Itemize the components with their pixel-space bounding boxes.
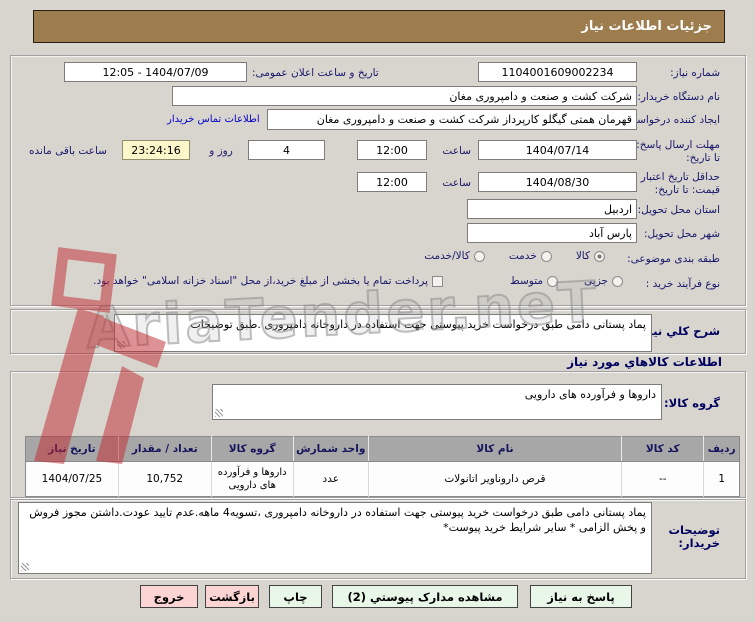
process-type-label: نوع فرآیند خرید : bbox=[645, 278, 720, 290]
cell-goods-group: داروها و فرآورده های دارویی bbox=[210, 461, 294, 497]
need-details-page: { "banner": {"title": "جزئیات اطلاعات نی… bbox=[0, 0, 755, 622]
treasury-payment-option[interactable]: پرداخت تمام یا بخشی از مبلغ خرید،از محل … bbox=[93, 275, 443, 287]
remaining-days-conj-label: روز و bbox=[209, 145, 233, 157]
delivery-province-label: استان محل تحویل: bbox=[637, 204, 720, 216]
treasury-note: پرداخت تمام یا بخشی از مبلغ خرید،از محل … bbox=[93, 275, 428, 287]
need-number-label: شماره نیاز: bbox=[670, 67, 720, 79]
col-need-date: تاریخ نیاز bbox=[25, 436, 119, 462]
cell-quantity: 10,752 bbox=[117, 461, 212, 497]
process-option-minor[interactable]: جزیی bbox=[584, 275, 623, 287]
need-desc-textarea[interactable]: پماد پستانی دامی طبق درخواست خرید پیوستی… bbox=[114, 314, 652, 352]
deadline-hour-label: ساعت bbox=[442, 145, 471, 157]
response-deadline-time-field[interactable]: 12:00 bbox=[357, 140, 427, 160]
cell-row-number: 1 bbox=[703, 461, 740, 497]
request-creator-field[interactable]: قهرمان همتی گیگلو کارپرداز شرکت کشت و صن… bbox=[267, 109, 637, 130]
cell-unit: عدد bbox=[292, 461, 369, 497]
price-validity-date-field[interactable]: 1404/08/30 bbox=[478, 172, 637, 192]
goods-table: ردیف کد کالا نام کالا واحد شمارش گروه کا… bbox=[25, 436, 740, 497]
delivery-province-field[interactable]: اردبیل bbox=[467, 199, 637, 219]
validity-hour-label: ساعت bbox=[442, 177, 471, 189]
remaining-hours-label: ساعت باقی مانده bbox=[29, 145, 107, 157]
exit-button[interactable]: خروج bbox=[140, 585, 198, 608]
classification-option-service[interactable]: خدمت bbox=[509, 250, 552, 262]
page-title: جزئیات اطلاعات نیاز bbox=[581, 19, 712, 34]
view-attached-docs-button[interactable]: مشاهده مدارک پیوستي (2) bbox=[332, 585, 518, 608]
col-goods-code: کد کالا bbox=[621, 436, 704, 462]
process-type-options: جزیی متوسط bbox=[463, 275, 623, 287]
request-creator-label: ایجاد کننده درخواست: bbox=[623, 114, 720, 126]
cell-goods-name: قرص داروناویر اتانولات bbox=[367, 461, 622, 497]
col-unit: واحد شمارش bbox=[292, 436, 369, 462]
response-deadline-date-field[interactable]: 1404/07/14 bbox=[478, 140, 637, 160]
price-validity-label: حداقل تاریخ اعتبار قیمت: تا تاریخ: bbox=[640, 171, 720, 196]
remaining-countdown-field: 23:24:16 bbox=[122, 140, 190, 160]
cell-goods-code: -- bbox=[621, 461, 704, 497]
classification-option-goods-service[interactable]: کالا/خدمت bbox=[424, 250, 485, 262]
buyer-notes-textarea[interactable]: پماد پستانی دامی طبق درخواست خرید پیوستی… bbox=[18, 502, 652, 574]
goods-table-wrap: ردیف کد کالا نام کالا واحد شمارش گروه کا… bbox=[25, 436, 740, 497]
classification-option-goods[interactable]: کالا bbox=[576, 250, 605, 262]
announce-datetime-label: تاریخ و ساعت اعلان عمومی: bbox=[252, 67, 379, 79]
goods-section-title: اطلاعات کالاهاي مورد نیاز bbox=[567, 355, 722, 369]
col-goods-group: گروه کالا bbox=[210, 436, 294, 462]
goods-group-label: گروه کالا: bbox=[664, 396, 720, 410]
delivery-city-label: شهر محل تحویل: bbox=[644, 228, 720, 240]
table-row: 1 -- قرص داروناویر اتانولات عدد داروها و… bbox=[25, 461, 740, 497]
remaining-days-field[interactable]: 4 bbox=[248, 140, 325, 160]
goods-group-textarea[interactable]: داروها و فرآورده های دارویی bbox=[212, 384, 662, 420]
col-row-number: ردیف bbox=[703, 436, 740, 462]
buyer-org-label: نام دستگاه خریدار: bbox=[637, 91, 720, 103]
radio-minor-icon[interactable] bbox=[612, 275, 623, 287]
radio-goods-service-icon[interactable] bbox=[473, 250, 485, 262]
radio-service-icon[interactable] bbox=[540, 250, 552, 262]
radio-goods-icon[interactable] bbox=[594, 250, 605, 262]
radio-medium-icon[interactable] bbox=[547, 275, 559, 287]
classification-label: طبقه بندی موضوعی: bbox=[627, 253, 720, 265]
buyer-contact-link[interactable]: اطلاعات تماس خریدار bbox=[167, 114, 260, 125]
response-deadline-label: مهلت ارسال پاسخ: تا تاریخ: bbox=[636, 139, 720, 164]
page-header: جزئیات اطلاعات نیاز bbox=[33, 10, 725, 43]
resize-grip-icon[interactable] bbox=[21, 563, 29, 571]
resize-grip-icon[interactable] bbox=[117, 341, 125, 349]
treasury-checkbox[interactable] bbox=[432, 275, 443, 287]
process-option-medium[interactable]: متوسط bbox=[510, 275, 559, 287]
buyer-org-field[interactable]: شرکت کشت و صنعت و دامپروری مغان bbox=[172, 86, 637, 106]
col-goods-name: نام کالا bbox=[367, 436, 622, 462]
cell-need-date: 1404/07/25 bbox=[25, 461, 119, 497]
announce-datetime-field[interactable]: 12:05 - 1404/07/09 bbox=[64, 62, 247, 82]
delivery-city-field[interactable]: پارس آباد bbox=[467, 223, 637, 243]
table-header-row: ردیف کد کالا نام کالا واحد شمارش گروه کا… bbox=[25, 436, 740, 462]
respond-to-need-button[interactable]: پاسخ به نیاز bbox=[530, 585, 632, 608]
buyer-notes-label: توضیحات خریدار: bbox=[668, 523, 721, 550]
need-number-field[interactable]: 1104001609002234 bbox=[478, 62, 637, 82]
back-button[interactable]: بازگشت bbox=[205, 585, 259, 608]
print-button[interactable]: چاپ bbox=[269, 585, 322, 608]
price-validity-time-field[interactable]: 12:00 bbox=[357, 172, 427, 192]
classification-options: کالا خدمت کالا/خدمت bbox=[383, 250, 605, 262]
resize-grip-icon[interactable] bbox=[215, 409, 223, 417]
col-quantity: تعداد / مقدار bbox=[117, 436, 212, 462]
